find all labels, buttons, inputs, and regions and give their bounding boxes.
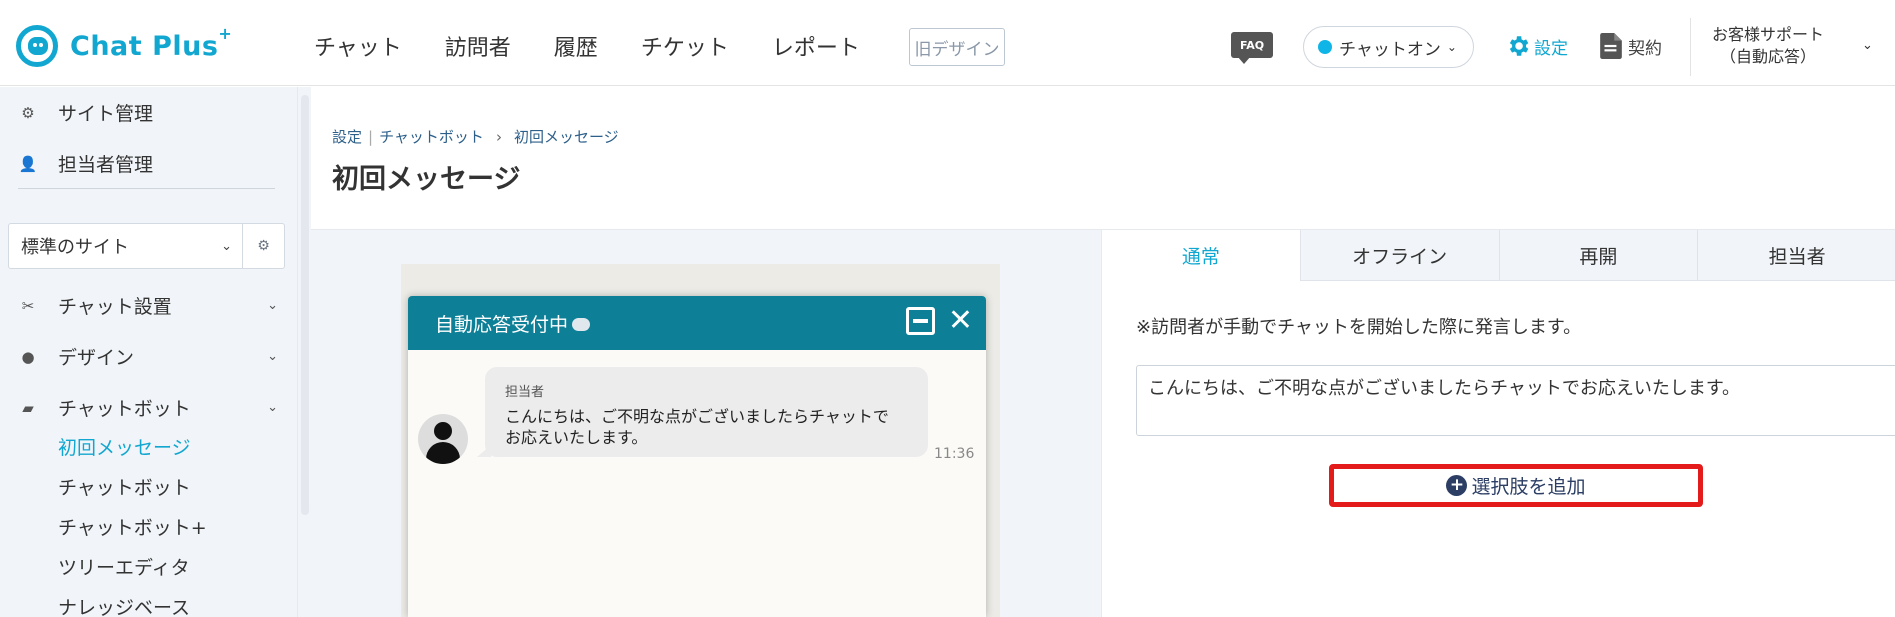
breadcrumb-current: 初回メッセージ [513, 128, 619, 146]
logo-text: Chat Plus [70, 31, 219, 62]
tab-resume[interactable]: 再開 [1499, 230, 1699, 281]
site-settings-button[interactable]: ⚙ [242, 224, 284, 268]
sidebar-subitem-first-message[interactable]: 初回メッセージ [58, 433, 191, 460]
chatplus-logo[interactable]: Chat Plus+ [16, 24, 233, 67]
message-settings-panel: 通常 オフライン 再開 担当者 ※訪問者が手動でチャットを開始した際に発言します… [1101, 230, 1895, 617]
add-choice-button[interactable]: + 選択肢を追加 [1329, 464, 1703, 507]
main-content: 設定 | チャットボット › 初回メッセージ 初回メッセージ 自動応答受付中 ✕… [311, 87, 1895, 617]
sidebar-item-chat-setup[interactable]: ✂ チャット設置 ⌄ [18, 292, 278, 319]
support-mode: （自動応答） [1720, 47, 1817, 66]
document-icon [1600, 33, 1622, 59]
tools-icon: ✂ [21, 296, 35, 315]
palette-icon: ● [21, 347, 35, 366]
sidebar-subitem-knowledge-base[interactable]: ナレッジベース [58, 593, 190, 617]
nav-tickets[interactable]: チケット [641, 30, 729, 62]
gear-icon: ⚙ [21, 103, 35, 122]
chevron-down-icon: ⌄ [267, 400, 278, 415]
status-dot-icon [1318, 40, 1332, 54]
chat-widget-title: 自動応答受付中 [435, 313, 569, 336]
settings-link[interactable]: 設定 [1505, 33, 1568, 59]
sidebar-scrollbar[interactable] [297, 87, 311, 617]
chat-message-bubble: 担当者 こんにちは、ご不明な点がございましたらチャットで お応えいたします。 [477, 367, 928, 457]
breadcrumb-chatbot[interactable]: チャットボット [379, 126, 484, 147]
sidebar-item-site-admin[interactable]: ⚙ サイト管理 [18, 99, 278, 126]
nav-visitors[interactable]: 訪問者 [445, 30, 511, 62]
gear-icon [1509, 36, 1529, 56]
agent-avatar [418, 414, 468, 464]
close-icon[interactable]: ✕ [948, 303, 973, 338]
chat-widget-header: 自動応答受付中 ✕ [408, 296, 986, 350]
site-select-value: 標準のサイト [21, 237, 129, 258]
chevron-right-icon: › [495, 127, 502, 146]
message-text-line: お応えいたします。 [505, 428, 648, 447]
chevron-down-icon[interactable]: ⌄ [1862, 38, 1873, 53]
sidebar-subitem-tree-editor[interactable]: ツリーエディタ [58, 553, 190, 580]
chat-status-dropdown[interactable]: チャットオン ⌄ [1303, 26, 1474, 68]
logo-sup: + [218, 24, 233, 43]
faq-label: FAQ [1231, 32, 1273, 58]
header-divider [1690, 18, 1691, 76]
chat-preview-area: 自動応答受付中 ✕ 担当者 こんにちは、ご不明な点がございましたらチャットで お… [311, 230, 1101, 617]
sidebar-subitem-chatbot[interactable]: チャットボット [58, 473, 191, 500]
preview-frame: 自動応答受付中 ✕ 担当者 こんにちは、ご不明な点がございましたらチャットで お… [401, 264, 1000, 617]
contract-link[interactable]: 契約 [1600, 33, 1662, 59]
contract-label: 契約 [1628, 38, 1662, 59]
message-text-line: こんにちは、ご不明な点がございましたらチャットで [505, 407, 889, 426]
logo-icon [16, 25, 58, 67]
minimize-icon[interactable] [906, 307, 935, 335]
chat-status-label: チャットオン [1339, 39, 1441, 60]
top-header: Chat Plus+ チャット 訪問者 履歴 チケット レポート 旧デザイン F… [0, 0, 1895, 86]
support-name: お客様サポート [1712, 25, 1825, 44]
tab-staff[interactable]: 担当者 [1698, 230, 1895, 281]
speech-bubble-icon [572, 317, 591, 331]
sidebar-divider [18, 188, 275, 189]
support-account-menu[interactable]: お客様サポート （自動応答） [1712, 24, 1824, 68]
tab-offline[interactable]: オフライン [1300, 230, 1500, 281]
faq-icon[interactable]: FAQ [1231, 32, 1273, 64]
sidebar-item-label: チャット設置 [58, 296, 172, 318]
user-gear-icon: 👤 [18, 154, 38, 173]
chevron-down-icon: ⌄ [221, 238, 232, 254]
scrollbar-thumb[interactable] [301, 95, 309, 515]
add-choice-label: 選択肢を追加 [1471, 476, 1586, 498]
chevron-down-icon: ⌄ [267, 298, 278, 313]
chat-widget-preview: 自動応答受付中 ✕ 担当者 こんにちは、ご不明な点がございましたらチャットで お… [408, 296, 986, 617]
sidebar-item-label: デザイン [58, 347, 135, 369]
breadcrumb: 設定 | チャットボット › 初回メッセージ [332, 126, 619, 147]
sidebar-item-design[interactable]: ● デザイン ⌄ [18, 343, 278, 370]
chevron-down-icon: ⌄ [267, 349, 278, 364]
site-select[interactable]: 標準のサイト ⌄ ⚙ [8, 223, 285, 269]
message-timestamp: 11:36 [934, 446, 975, 462]
old-design-button[interactable]: 旧デザイン [909, 28, 1005, 66]
gear-icon: ⚙ [257, 238, 270, 254]
sidebar-item-chatbot[interactable]: ▰ チャットボット ⌄ [18, 394, 278, 421]
plus-circle-icon: + [1446, 475, 1468, 496]
sidebar-subitem-chatbot-plus[interactable]: チャットボット+ [58, 513, 207, 540]
help-note: ※訪問者が手動でチャットを開始した際に発言します。 [1136, 317, 1582, 338]
sidebar-item-staff-admin[interactable]: 👤 担当者管理 [18, 150, 278, 177]
page-title: 初回メッセージ [332, 164, 521, 195]
main-nav: チャット 訪問者 履歴 チケット レポート [314, 30, 903, 62]
sidebar-item-label: チャットボット [58, 398, 191, 420]
chat-bubbles-icon: ▰ [22, 398, 34, 417]
nav-chat[interactable]: チャット [314, 30, 402, 62]
message-type-tabs: 通常 オフライン 再開 担当者 [1102, 230, 1895, 281]
nav-reports[interactable]: レポート [772, 30, 860, 62]
sidebar-item-label: 担当者管理 [58, 154, 154, 176]
chevron-down-icon: ⌄ [1446, 40, 1457, 54]
breadcrumb-settings[interactable]: 設定 [332, 126, 362, 147]
settings-label: 設定 [1534, 38, 1568, 59]
sidebar-item-label: サイト管理 [58, 103, 154, 125]
nav-history[interactable]: 履歴 [554, 30, 598, 62]
tab-normal[interactable]: 通常 [1102, 230, 1301, 281]
message-sender: 担当者 [505, 385, 545, 400]
first-message-input[interactable]: こんにちは、ご不明な点がございましたらチャットでお応えいたします。 [1136, 365, 1895, 436]
